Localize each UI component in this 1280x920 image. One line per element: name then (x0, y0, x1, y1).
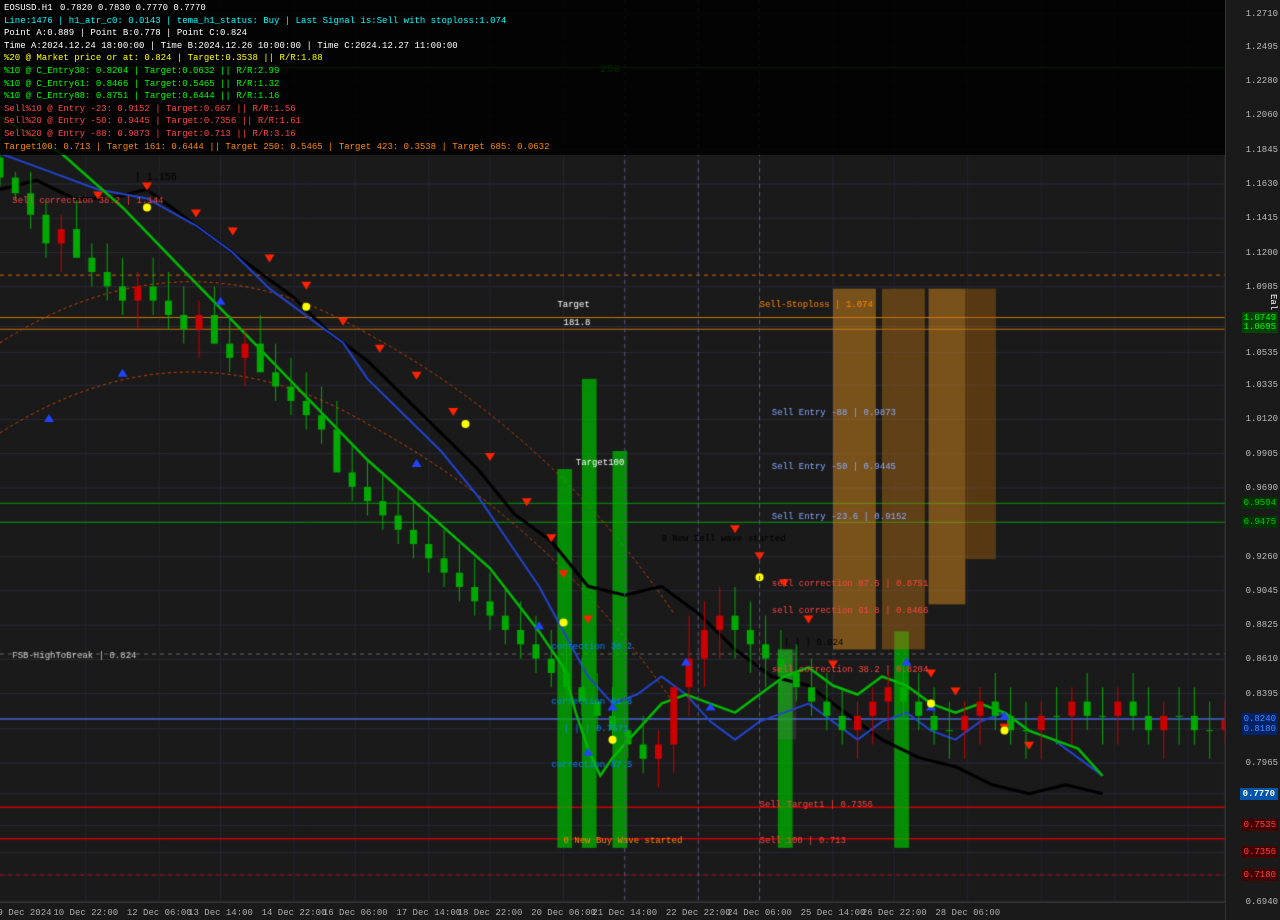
price-label: 1.1415 (1246, 213, 1278, 223)
price-label: 0.9475 (1242, 516, 1278, 528)
price-label: 1.2060 (1246, 110, 1278, 120)
time-label: 10 Dec 22:00 (53, 908, 118, 918)
info-line-5: %10 @ C_Entry38: 0.8204 | Target:0.0632 … (4, 65, 279, 78)
price-label: 0.7770 (1240, 788, 1278, 800)
time-label: 12 Dec 06:00 (127, 908, 192, 918)
time-scale: 9 Dec 202410 Dec 22:00 12 Dec 06:0013 Dec… (0, 902, 1225, 920)
time-label: 18 Dec 22:00 (458, 908, 523, 918)
price-label: 0.8825 (1246, 620, 1278, 630)
price-label: 1.0535 (1246, 348, 1278, 358)
price-label: 0.8180 (1242, 723, 1278, 735)
info-line-2: Point A:0.889 | Point B:0.778 | Point C:… (4, 27, 247, 40)
time-label: 24 Dec 06:00 (727, 908, 792, 918)
time-label: 21 Dec 14:00 (592, 908, 657, 918)
price-label: 1.0695 (1242, 321, 1278, 333)
price-label: 1.1630 (1246, 179, 1278, 189)
price-label: 0.7356 (1242, 846, 1278, 858)
info-line-7: %10 @ C_Entry88: 0.8751 | Target:0.6444 … (4, 90, 279, 103)
time-label: 9 Dec 2024 (0, 908, 52, 918)
time-label: 25 Dec 14:00 (801, 908, 866, 918)
price-label: 0.7180 (1242, 869, 1278, 881)
price-label: 0.9045 (1246, 586, 1278, 596)
time-label: 17 Dec 14:00 (396, 908, 461, 918)
edge-label: Eal (1268, 294, 1278, 310)
price-label: 1.0985 (1246, 282, 1278, 292)
price-label: 0.9260 (1246, 552, 1278, 562)
time-label: 14 Dec 22:00 (262, 908, 327, 918)
price-label: 1.0120 (1246, 414, 1278, 424)
info-line-10: Sell%20 @ Entry -88: 0.9873 | Target:0.7… (4, 128, 296, 141)
price-label: 1.2495 (1246, 42, 1278, 52)
price-label: 0.9690 (1246, 483, 1278, 493)
price-label: 1.0335 (1246, 380, 1278, 390)
info-line-8: Sell%10 @ Entry -23: 0.9152 | Target:0.6… (4, 103, 296, 116)
info-line-3: Time A:2024.12.24 18:00:00 | Time B:2024… (4, 40, 458, 53)
info-line-4: %20 @ Market price or at: 0.824 | Target… (4, 52, 323, 65)
price-label: 0.7535 (1242, 819, 1278, 831)
time-label: 22 Dec 22:00 (666, 908, 731, 918)
price-label: 0.7965 (1246, 758, 1278, 768)
time-label: 16 Dec 06:00 (323, 908, 388, 918)
price-scale: 1.2710 1.2495 1.2280 1.2060 1.1845 1.1630 1.14… (1225, 0, 1280, 920)
price-label: 0.9905 (1246, 449, 1278, 459)
info-line-9: Sell%20 @ Entry -50: 0.9445 | Target:0.7… (4, 115, 301, 128)
time-label: 13 Dec 14:00 (188, 908, 253, 918)
symbol-label: EOSUSD.H1 (4, 2, 53, 15)
price-label: 0.9594 (1242, 497, 1278, 509)
price-label: 1.1200 (1246, 248, 1278, 258)
time-label: 28 Dec 06:00 (935, 908, 1000, 918)
info-line-11: Target100: 0.713 | Target 161: 0.6444 ||… (4, 141, 550, 154)
price-label: 1.2280 (1246, 76, 1278, 86)
price-label: 0.8395 (1246, 689, 1278, 699)
price-label: 1.2710 (1246, 9, 1278, 19)
time-label: 26 Dec 22:00 (862, 908, 927, 918)
price-label: 0.8610 (1246, 654, 1278, 664)
price-label: 1.1845 (1246, 145, 1278, 155)
info-line-1: Line:1476 | h1_atr_c0: 0.0143 | tema_h1_… (4, 15, 506, 28)
chart-container: EOSUSD.H1 0.7820 0.7830 0.7770 0.7770 Li… (0, 0, 1280, 920)
time-label: 20 Dec 06:00 (531, 908, 596, 918)
info-bar: EOSUSD.H1 0.7820 0.7830 0.7770 0.7770 Li… (0, 0, 1240, 155)
price-label: 0.6940 (1246, 897, 1278, 907)
info-line-6: %10 @ C_Entry61: 0.8466 | Target:0.5465 … (4, 78, 279, 91)
ohlc-values: 0.7820 0.7830 0.7770 0.7770 (55, 2, 206, 15)
